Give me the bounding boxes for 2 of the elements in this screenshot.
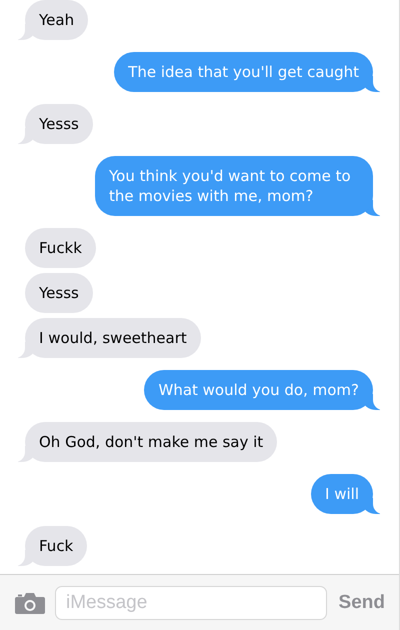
message-input[interactable]: iMessage <box>55 586 327 620</box>
camera-icon[interactable] <box>15 590 45 614</box>
